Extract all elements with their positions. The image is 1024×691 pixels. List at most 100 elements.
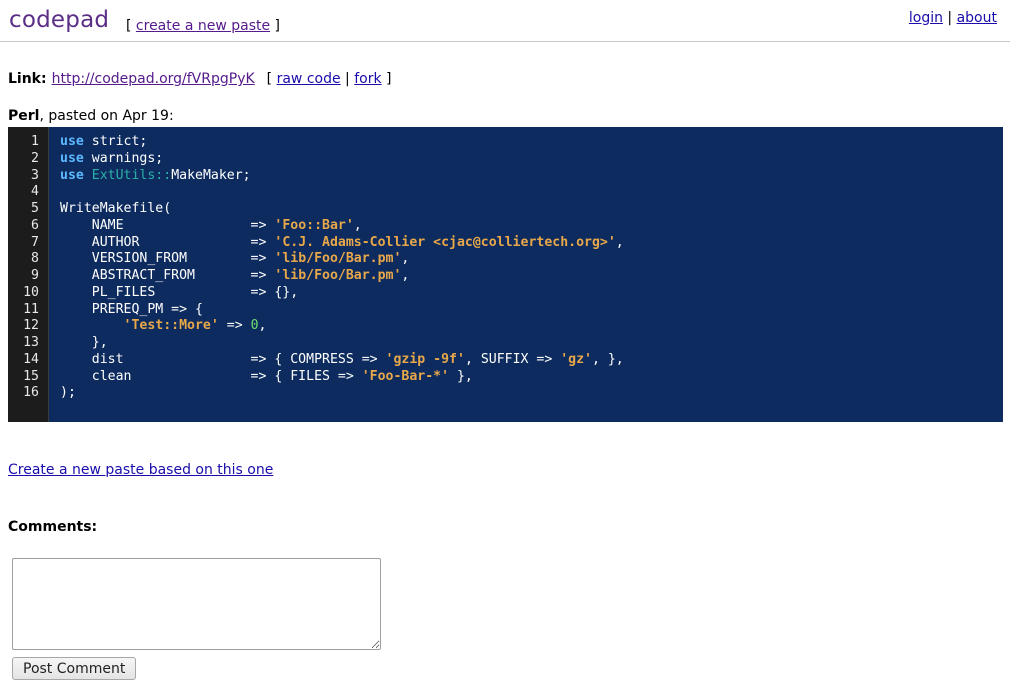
code-token: 'Foo-Bar-*' (361, 368, 450, 384)
code-token: clean => { FILES => (60, 368, 362, 384)
code-line: }, (60, 335, 624, 352)
line-number: 14 (23, 351, 39, 367)
code-token: , (401, 251, 410, 267)
create-new-paste-link[interactable]: create a new paste (136, 18, 270, 34)
code-line: PREREQ_PM => { (60, 302, 624, 319)
code-token: ); (60, 385, 76, 401)
post-comment-button[interactable]: Post Comment (12, 657, 137, 680)
code-token: WriteMakefile( (60, 201, 172, 216)
code-content: use strict; use warnings; use ExtUtils::Ma… (49, 127, 624, 422)
line-number: 4 (31, 184, 39, 200)
code-token: PL_FILES => {}, (60, 284, 299, 300)
site-header: codepad [ create a new paste ] login | a… (0, 0, 1010, 42)
code-line: ABSTRACT_FROM => 'lib/Foo/Bar.pm', (60, 268, 624, 285)
create-paste-nav: [ create a new paste ] (126, 18, 280, 34)
tools-bracket-open: [ (266, 71, 277, 87)
code-line: NAME => 'Foo::Bar', (60, 218, 624, 235)
code-token: strict; (83, 134, 148, 149)
code-line: PL_FILES => {}, (60, 285, 624, 302)
code-token: 'C.J. Adams-Collier <cjac@colliertech.or… (274, 234, 616, 250)
code-token: use (60, 167, 84, 183)
code-token: 'gzip -9f' (385, 351, 465, 367)
code-line: use strict; (60, 134, 624, 151)
code-line: AUTHOR => 'C.J. Adams-Collier <cjac@coll… (60, 235, 624, 252)
code-token: use (60, 150, 84, 166)
code-token: MakeMaker; (171, 167, 251, 183)
tools-bracket-close: ] (381, 71, 392, 87)
code-line: ); (60, 385, 624, 402)
code-token: ExtUtils:: (91, 167, 172, 183)
paste-tools: [ raw code | fork ] (267, 71, 392, 87)
nav-separator: | (942, 10, 957, 26)
line-number-gutter: 1 2 3 4 5 6 7 8 9 10 11 12 13 14 15 16 (8, 127, 49, 422)
comment-textarea[interactable] (12, 558, 381, 650)
code-token: , (401, 268, 410, 283)
code-token: 'lib/Foo/Bar.pm' (274, 268, 402, 283)
code-token: 'gz' (560, 351, 592, 367)
code-line: dist => { COMPRESS => 'gzip -9f', SUFFIX… (60, 352, 624, 369)
line-number: 12 (23, 318, 39, 334)
line-number: 7 (31, 234, 39, 250)
code-token: , (353, 217, 362, 233)
line-number: 16 (23, 385, 39, 401)
paste-link-row: Link: http://codepad.org/fVRpgPyK [ raw co… (8, 71, 392, 87)
paste-language-row: Perl, pasted on Apr 19: (8, 108, 174, 124)
paste-url-link[interactable]: http://codepad.org/fVRpgPyK (52, 71, 255, 87)
code-token: }, (449, 368, 473, 384)
bracket-close: ] (270, 18, 281, 34)
code-line: WriteMakefile( (60, 201, 624, 218)
line-number: 6 (31, 217, 39, 233)
account-nav: login | about (909, 10, 997, 26)
comments-heading: Comments: (8, 519, 98, 535)
fork-link[interactable]: fork (354, 71, 381, 87)
create-paste-based-on-this-link[interactable]: Create a new paste based on this one (8, 462, 273, 478)
code-token: , SUFFIX => (464, 351, 561, 367)
code-token: warnings; (83, 150, 164, 166)
login-link[interactable]: login (909, 10, 943, 26)
raw-code-link[interactable]: raw code (277, 71, 341, 87)
paste-language: Perl (8, 108, 40, 124)
line-number: 15 (23, 368, 39, 384)
new-paste-based-row: Create a new paste based on this one (8, 462, 273, 478)
code-token: 'Foo::Bar' (274, 217, 354, 233)
code-token: AUTHOR => (60, 234, 275, 250)
code-token: }, (60, 335, 108, 350)
codepad-logo-link[interactable]: codepad (9, 7, 109, 33)
line-number: 1 (31, 134, 39, 149)
code-token: , }, (591, 351, 624, 367)
code-token: use (60, 134, 84, 149)
code-token: PREREQ_PM => { (60, 301, 203, 317)
code-token: ABSTRACT_FROM => (60, 268, 275, 283)
line-number: 8 (31, 251, 39, 267)
pasted-on-text: , pasted on Apr 19: (39, 108, 174, 124)
code-line: use ExtUtils::MakeMaker; (60, 168, 624, 185)
line-number: 5 (31, 201, 39, 216)
code-line: 'Test::More' => 0, (60, 318, 624, 335)
tools-separator: | (340, 71, 355, 87)
link-label: Link: (8, 71, 47, 87)
code-token: VERSION_FROM => (60, 251, 275, 267)
code-token: NAME => (60, 217, 275, 233)
code-token: dist => { COMPRESS => (60, 351, 386, 367)
code-token: , (615, 234, 624, 250)
line-number: 2 (31, 150, 39, 166)
code-token: => (218, 318, 251, 334)
code-line: use warnings; (60, 151, 624, 168)
code-block: 1 2 3 4 5 6 7 8 9 10 11 12 13 14 15 16 use strict; use w… (8, 127, 1003, 422)
about-link[interactable]: about (957, 10, 997, 26)
code-token: 0 (250, 318, 259, 334)
line-number: 3 (31, 167, 39, 183)
code-token: , (258, 318, 267, 334)
code-token: 'lib/Foo/Bar.pm' (274, 251, 402, 267)
code-line: clean => { FILES => 'Foo-Bar-*' }, (60, 369, 624, 386)
code-token: 'Test::More' (123, 318, 219, 334)
bracket-open: [ (126, 18, 136, 34)
line-number: 9 (31, 268, 39, 283)
line-number: 10 (23, 284, 39, 300)
line-number: 13 (23, 335, 39, 350)
code-line: VERSION_FROM => 'lib/Foo/Bar.pm', (60, 251, 624, 268)
line-number: 11 (23, 301, 39, 317)
